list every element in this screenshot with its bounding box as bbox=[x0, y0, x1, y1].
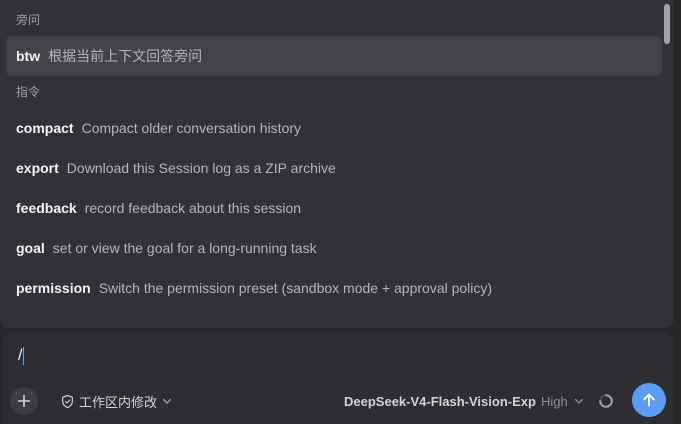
chevron-down-icon bbox=[574, 398, 583, 404]
command-description: set or view the goal for a long-running … bbox=[52, 240, 317, 256]
popup-scrollbar-thumb[interactable] bbox=[664, 4, 670, 44]
popup-scrollbar[interactable] bbox=[662, 2, 670, 326]
command-item-btw[interactable]: btw 根据当前上下文回答旁问 bbox=[6, 36, 662, 76]
message-input-text: / bbox=[18, 347, 23, 364]
command-name: btw bbox=[16, 48, 41, 64]
text-caret bbox=[23, 347, 25, 365]
arrow-up-icon bbox=[643, 393, 655, 407]
command-item-goal[interactable]: goal set or view the goal for a long-run… bbox=[6, 228, 662, 268]
command-description: Download this Session log as a ZIP archi… bbox=[66, 160, 336, 176]
command-name: export bbox=[16, 160, 59, 176]
model-name: DeepSeek-V4-Flash-Vision-Exp bbox=[344, 393, 536, 409]
add-attachment-button[interactable] bbox=[10, 387, 38, 415]
command-description: 根据当前上下文回答旁问 bbox=[48, 48, 203, 64]
send-button[interactable] bbox=[632, 383, 666, 417]
command-name: compact bbox=[16, 120, 74, 136]
model-effort: High bbox=[540, 393, 568, 409]
section-header-commands: 指令 bbox=[16, 85, 41, 99]
composer: / 工作区内修改 DeepSeek-V4-Flash-Vision-Exp Hi… bbox=[2, 332, 674, 424]
chevron-down-icon bbox=[162, 398, 172, 404]
command-list: 旁问 btw 根据当前上下文回答旁问 指令 compact Compact ol… bbox=[0, 0, 674, 328]
shield-icon bbox=[62, 394, 73, 408]
message-input[interactable]: / bbox=[18, 344, 638, 368]
command-popup: 旁问 btw 根据当前上下文回答旁问 指令 compact Compact ol… bbox=[0, 0, 674, 328]
command-item-compact[interactable]: compact Compact older conversation histo… bbox=[6, 108, 662, 148]
command-description: record feedback about this session bbox=[84, 200, 302, 216]
model-selector-button[interactable]: DeepSeek-V4-Flash-Vision-Exp High bbox=[344, 390, 585, 412]
command-item-permission[interactable]: permission Switch the permission preset … bbox=[6, 268, 662, 308]
permission-mode-label: 工作区内修改 bbox=[79, 394, 158, 410]
command-item-partial[interactable] bbox=[6, 308, 662, 328]
command-name: feedback bbox=[16, 200, 77, 216]
permission-mode-button[interactable]: 工作区内修改 bbox=[60, 390, 173, 412]
command-description: Switch the permission preset (sandbox mo… bbox=[98, 280, 493, 296]
section-header-side-question: 旁问 bbox=[16, 13, 41, 27]
command-description: Compact older conversation history bbox=[81, 120, 302, 136]
app-window: 旁问 btw 根据当前上下文回答旁问 指令 compact Compact ol… bbox=[0, 0, 681, 424]
command-name: permission bbox=[16, 280, 91, 296]
command-name: goal bbox=[16, 240, 45, 256]
command-item-feedback[interactable]: feedback record feedback about this sess… bbox=[6, 188, 662, 228]
plus-icon bbox=[17, 394, 31, 408]
command-item-export[interactable]: export Download this Session log as a ZI… bbox=[6, 148, 662, 188]
spinner-icon bbox=[599, 394, 613, 408]
